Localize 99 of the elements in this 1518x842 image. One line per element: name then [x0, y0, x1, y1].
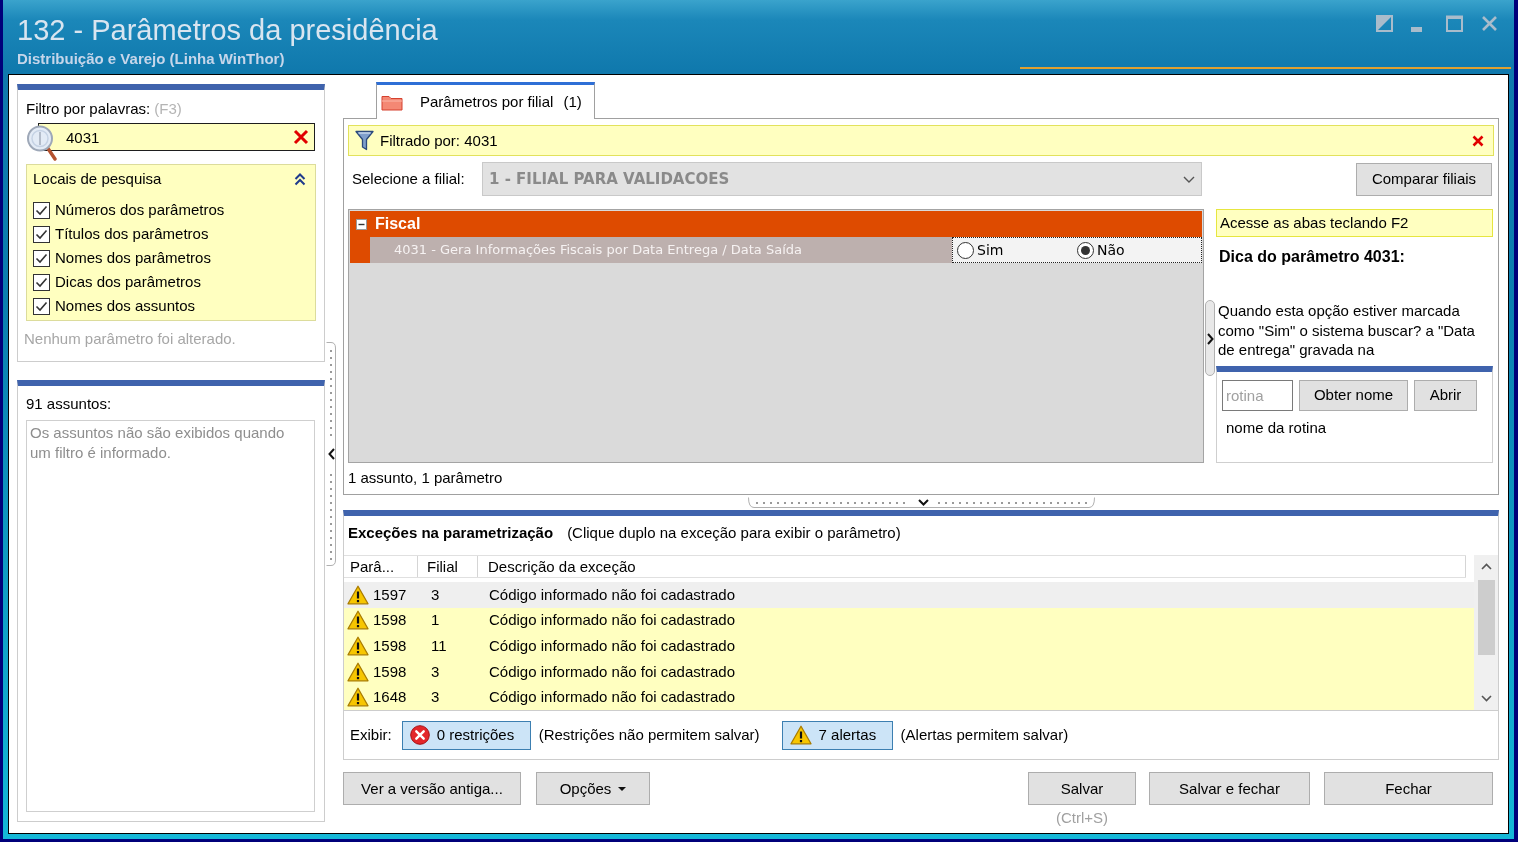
window-title: 132 - Parâmetros da presidência	[17, 13, 438, 48]
hint-title: Dica do parâmetro 4031:	[1219, 247, 1405, 267]
group-name: Fiscal	[375, 214, 421, 234]
warning-icon	[347, 636, 369, 656]
hint-text: Quando esta opção estiver marcada como "Sim" o sistema buscar? a "Data de entrega" gravada na	[1218, 301, 1476, 360]
show-label: Exibir:	[350, 725, 392, 745]
window-subtitle: Distribuição e Varejo (Linha WinThor)	[17, 49, 285, 69]
compare-button[interactable]: Comparar filiais	[1356, 162, 1492, 196]
section-title: Locais de pesquisa	[33, 169, 162, 189]
table-row[interactable]: 1648 3 Código informado não foi cadastrado	[344, 684, 1474, 710]
minus-box-icon[interactable]	[356, 218, 367, 230]
filter-text: Filtrado por: 4031	[380, 130, 498, 151]
table-cell-text: Código informado não foi cadastrado	[488, 661, 735, 682]
splitter-handle[interactable]	[1205, 300, 1215, 376]
caret-down-icon	[618, 786, 627, 791]
table-cell-text: Código informado não foi cadastrado	[488, 610, 735, 631]
table-cell-text: 11	[430, 636, 448, 656]
subjects-count: 91 assuntos:	[26, 394, 112, 414]
checkbox-label: Números dos parâmetros	[55, 200, 225, 220]
radio-button[interactable]	[1077, 241, 1094, 259]
chevron-right-icon[interactable]	[1207, 333, 1214, 345]
chevron-left-icon[interactable]	[328, 448, 335, 460]
folder-icon	[381, 93, 403, 111]
table-cell: 1597	[373, 584, 407, 605]
filter-label: Filtro por palavras:	[26, 99, 151, 119]
column-header[interactable]: Parâ...	[344, 556, 418, 577]
radio-button[interactable]	[957, 241, 974, 259]
funnel-icon	[355, 130, 374, 151]
chevron-up-icon[interactable]	[1480, 563, 1492, 570]
table-cell-text: Código informado não foi cadastrado	[488, 636, 735, 656]
shortcut-hint: (Ctrl+S)	[1055, 808, 1109, 828]
chevron-down-icon[interactable]	[918, 499, 929, 506]
checkbox[interactable]	[33, 297, 50, 315]
scrollbar[interactable]	[1474, 555, 1498, 710]
summary-text: 1 assunto, 1 parâmetro	[348, 468, 503, 488]
checkbox-label: Nomes dos assuntos	[55, 296, 196, 316]
error-icon	[409, 725, 430, 745]
filter-toggle[interactable]: 0 restrições	[401, 720, 531, 750]
table-cell-text: 3	[430, 584, 441, 605]
section-title: Exceções na parametrização	[348, 523, 554, 543]
field-label: Selecione a filial:	[352, 169, 466, 189]
checkbox-label: Dicas dos parâmetros	[55, 272, 201, 292]
splitter-handle[interactable]	[326, 342, 336, 566]
warning-icon	[789, 725, 812, 745]
tab[interactable]: Parâmetros por filial (1)	[376, 82, 595, 119]
filter-note: (Alertas permitem salvar)	[900, 725, 1069, 745]
checkbox[interactable]	[33, 225, 50, 243]
splitter-handle[interactable]	[747, 497, 1095, 508]
action-button[interactable]: Salvar e fechar	[1149, 772, 1310, 805]
chevron-down-icon[interactable]	[1480, 695, 1492, 702]
status-text: Nenhum parâmetro foi alterado.	[24, 329, 236, 349]
table-cell: 1648	[373, 687, 407, 708]
table-cell-text: 1	[430, 610, 441, 631]
option-label: Sim	[977, 241, 1004, 260]
table-row[interactable]: 1597 3 Código informado não foi cadastrado	[344, 582, 1474, 608]
action-button[interactable]: Fechar	[1324, 772, 1493, 805]
checkbox[interactable]	[33, 249, 50, 267]
routine-field[interactable]: rotina	[1222, 379, 1293, 411]
clear-icon[interactable]	[293, 129, 309, 145]
empty-message: Os assuntos não são exibidos quando um filtro é informado.	[30, 423, 286, 463]
warning-icon	[347, 661, 369, 682]
table-row[interactable]: 1598 11 Código informado não foi cadastrado	[344, 633, 1474, 659]
action-button[interactable]: Salvar	[1028, 772, 1136, 805]
shortcut-hint: (F3)	[154, 99, 182, 119]
filter-note: (Restrições não permitem salvar)	[538, 725, 760, 745]
routine-button[interactable]: Obter nome	[1299, 379, 1408, 411]
chevron-down-icon	[1183, 175, 1195, 183]
column-header[interactable]: Descrição da exceção	[478, 556, 1466, 577]
warning-icon	[347, 687, 369, 708]
table-row[interactable]: 1598 1 Código informado não foi cadastrado	[344, 607, 1474, 634]
shortcut-banner: Acesse as abas teclando F2	[1216, 209, 1493, 237]
parameter-label: 4031 - Gera Informações Fiscais por Data Entrega / Data Saída	[370, 237, 952, 263]
checkbox[interactable]	[33, 273, 50, 291]
warning-icon	[347, 584, 369, 605]
close-icon[interactable]	[1472, 134, 1484, 147]
checkbox-label: Títulos dos parâmetros	[55, 224, 209, 244]
section-hint: (Clique duplo na exceção para exibir o parâmetro)	[567, 523, 901, 543]
filter-toggle[interactable]: 7 alertas	[781, 720, 893, 750]
table-cell-text: Código informado não foi cadastrado	[488, 584, 735, 605]
table-cell: 1598	[373, 610, 407, 631]
table-cell: 1598	[373, 661, 407, 682]
action-button[interactable]: Opções	[536, 772, 650, 805]
routine-name: nome da rotina	[1226, 417, 1327, 438]
table-row[interactable]: 1598 3 Código informado não foi cadastrado	[344, 658, 1474, 685]
table-cell: 1598	[373, 636, 407, 656]
checkbox[interactable]	[33, 201, 50, 219]
search-icon	[26, 125, 57, 161]
table-cell-text: 3	[430, 661, 441, 682]
routine-button[interactable]: Abrir	[1414, 379, 1477, 411]
checkbox-label: Nomes dos parâmetros	[55, 248, 211, 268]
column-header[interactable]: Filial	[418, 556, 478, 577]
scrollbar-thumb[interactable]	[1477, 580, 1495, 655]
search-field[interactable]: 4031	[38, 123, 315, 151]
table-cell-text: 3	[430, 687, 441, 708]
double-chevron-up-icon[interactable]	[294, 172, 306, 186]
table-cell-text: Código informado não foi cadastrado	[488, 687, 735, 708]
option-label: Não	[1097, 241, 1125, 260]
action-button[interactable]: Ver a versão antiga...	[343, 772, 521, 805]
warning-icon	[347, 610, 369, 631]
